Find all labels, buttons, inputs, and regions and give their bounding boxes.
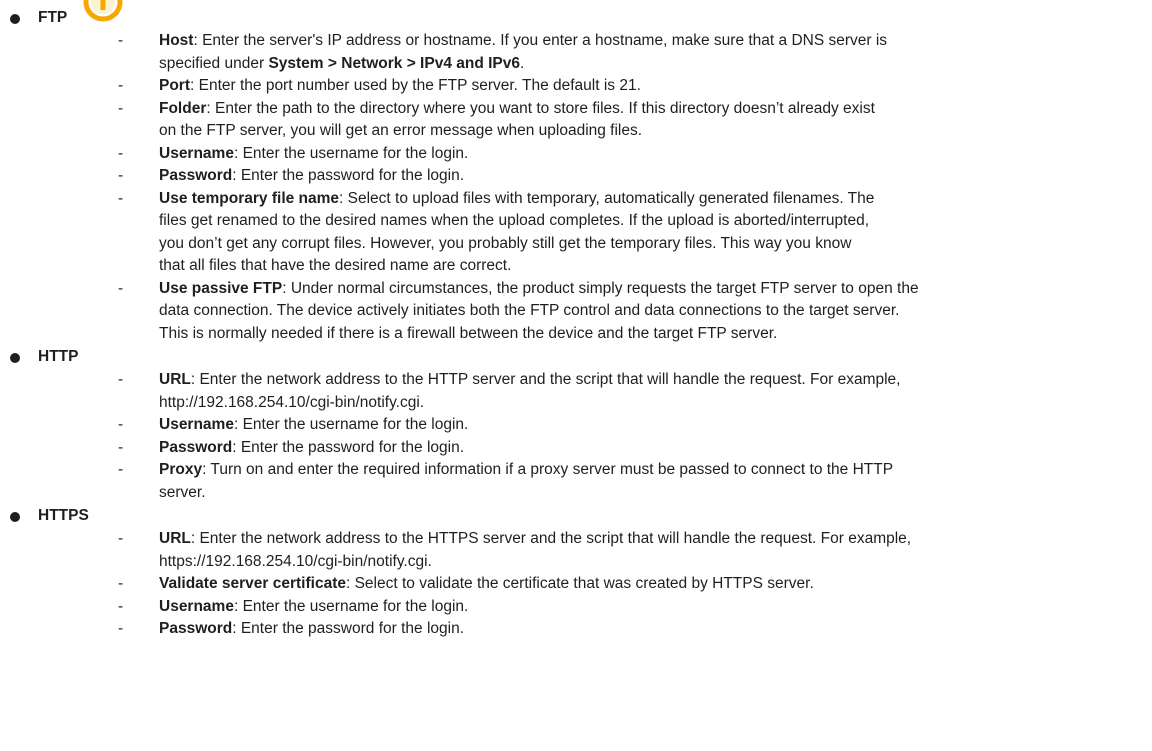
dash: -	[118, 279, 124, 297]
item-text: : Enter the server's IP address or hostn…	[193, 32, 888, 49]
menu-path: System > Network > IPv4 and IPv6	[268, 54, 521, 72]
section-https: HTTPS - URL: Enter the network address t…	[0, 504, 1152, 641]
important-note-icon	[83, 0, 123, 22]
item-text: files get renamed to the desired names w…	[159, 212, 869, 229]
section-title: HTTPS	[38, 504, 1152, 528]
item-term: Use temporary file name	[159, 189, 340, 207]
list-item: - Port: Enter the port number used by th…	[38, 75, 1152, 98]
item-text: specified under	[159, 54, 269, 72]
item-term: URL	[159, 530, 191, 547]
dash: -	[118, 99, 124, 117]
item-text: This is normally needed if there is a fi…	[159, 324, 778, 342]
item-text: : Enter the port number used by the FTP …	[190, 77, 641, 94]
item-term: Proxy	[159, 461, 203, 478]
item-text: : Enter the username for the login.	[233, 597, 469, 615]
item-text: you don’t get any corrupt files. However…	[159, 234, 852, 252]
list-item: - URL: Enter the network address to the …	[38, 528, 1152, 573]
item-list: - URL: Enter the network address to the …	[38, 528, 1152, 641]
item-text: : Enter the username for the login.	[233, 144, 469, 162]
section-http: HTTP - URL: Enter the network address to…	[0, 345, 1152, 504]
item-text: http://192.168.254.10/cgi-bin/notify.cgi…	[159, 393, 425, 411]
item-text: : Enter the password for the login.	[232, 438, 465, 456]
item-text: : Enter the path to the directory where …	[206, 99, 875, 117]
item-term: URL	[159, 371, 191, 388]
item-text: on the FTP server, you will get an error…	[159, 122, 643, 139]
list-item: - Folder: Enter the path to the director…	[38, 98, 1152, 143]
bullet-icon	[10, 353, 20, 363]
item-term: Host	[159, 32, 194, 49]
section-ftp: FTP - Host: Enter the server's IP addres…	[0, 0, 1152, 345]
item-term: Username	[159, 144, 234, 162]
item-text: https://192.168.254.10/cgi-bin/notify.cg…	[159, 552, 432, 570]
list-item: - Username: Enter the username for the l…	[38, 143, 1152, 166]
dash: -	[118, 416, 124, 433]
item-text: : Select to upload files with temporary,…	[339, 189, 875, 207]
item-term: Password	[159, 438, 233, 456]
item-text: : Enter the password for the login.	[232, 620, 465, 637]
item-term: Folder	[159, 99, 207, 117]
dash: -	[118, 189, 124, 207]
dash: -	[118, 438, 124, 456]
item-text: data connection. The device actively ini…	[159, 302, 900, 319]
item-text: : Enter the network address to the HTTPS…	[190, 530, 912, 547]
section-title: FTP	[38, 6, 1152, 30]
item-term: Validate server certificate	[159, 575, 346, 592]
dash: -	[118, 144, 124, 162]
section-title-text: HTTPS	[38, 507, 89, 524]
list-item: - Username: Enter the username for the l…	[38, 414, 1152, 437]
section-title-text: FTP	[38, 9, 68, 26]
bullet-icon	[10, 14, 20, 24]
item-text: : Enter the network address to the HTTP …	[190, 371, 901, 388]
item-text: : Enter the password for the login.	[232, 167, 465, 184]
list-item: - Username: Enter the username for the l…	[38, 596, 1152, 619]
list-item: - Password: Enter the password for the l…	[38, 165, 1152, 188]
item-term: Password	[159, 167, 233, 184]
list-item: - URL: Enter the network address to the …	[38, 369, 1152, 414]
dash: -	[118, 461, 124, 478]
item-text: : Under normal circumstances, the produc…	[282, 279, 919, 297]
item-text: : Enter the username for the login.	[233, 416, 469, 433]
list-item: - Password: Enter the password for the l…	[38, 437, 1152, 460]
document-page: FTP - Host: Enter the server's IP addres…	[0, 0, 1152, 637]
section-title: HTTP	[38, 345, 1152, 369]
item-text: that all files that have the desired nam…	[159, 257, 512, 274]
item-text: .	[520, 54, 525, 72]
item-text: : Turn on and enter the required informa…	[202, 461, 894, 478]
dash: -	[118, 530, 124, 547]
list-item: - Password: Enter the password for the l…	[38, 618, 1152, 641]
item-list: - URL: Enter the network address to the …	[38, 369, 1152, 504]
section-title-text: HTTP	[38, 348, 79, 365]
item-text: : Select to validate the certificate tha…	[345, 575, 814, 592]
dash: -	[118, 167, 124, 184]
item-term: Port	[159, 77, 190, 94]
list-item: - Use passive FTP: Under normal circumst…	[38, 278, 1152, 346]
dash: -	[118, 575, 124, 592]
item-term: Username	[159, 416, 234, 433]
dash: -	[118, 77, 124, 94]
item-term: Use passive FTP	[159, 279, 283, 297]
dash: -	[118, 620, 124, 637]
dash: -	[118, 32, 124, 49]
list-item: - Host: Enter the server's IP address or…	[38, 30, 1152, 75]
list-item: - Validate server certificate: Select to…	[38, 573, 1152, 596]
item-term: Password	[159, 620, 233, 637]
list-item: - Proxy: Turn on and enter the required …	[38, 459, 1152, 504]
item-list: - Host: Enter the server's IP address or…	[38, 30, 1152, 345]
item-term: Username	[159, 597, 234, 615]
list-item: - Use temporary file name: Select to upl…	[38, 188, 1152, 278]
bullet-icon	[10, 512, 20, 522]
dash: -	[118, 597, 124, 615]
item-text: server.	[159, 483, 206, 501]
dash: -	[118, 371, 124, 388]
